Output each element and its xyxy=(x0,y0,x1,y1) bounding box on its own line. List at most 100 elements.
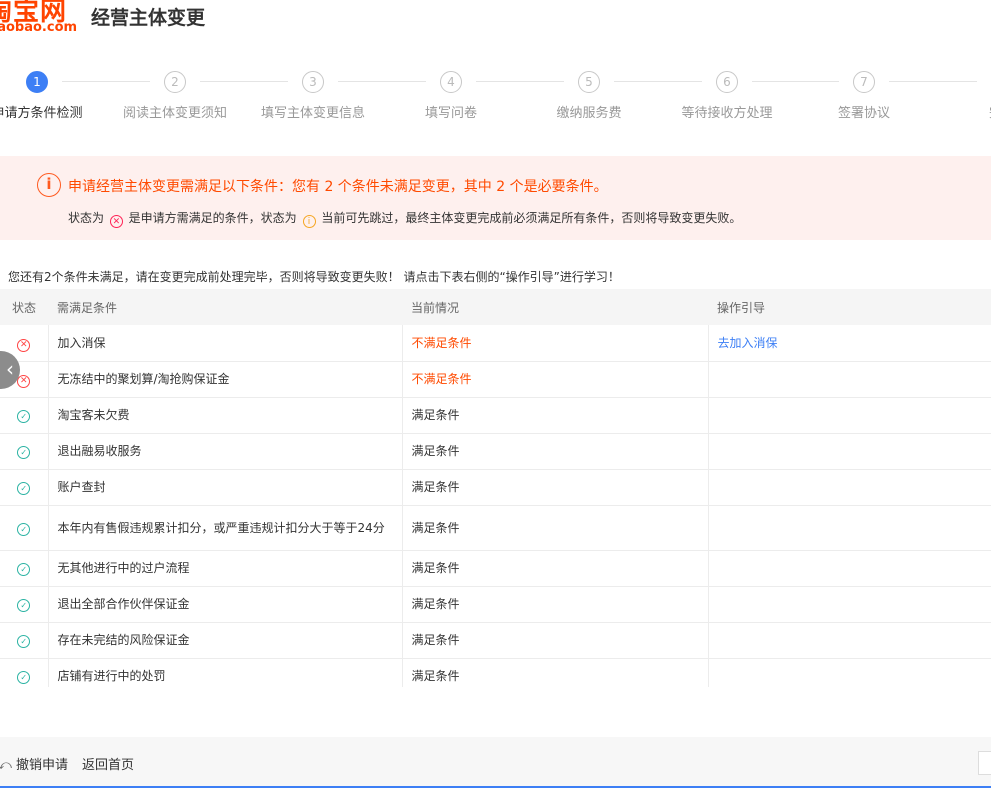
guide-cell: 去加入消保 xyxy=(707,325,991,362)
condition-cell: 店铺有进行中的处罚 xyxy=(47,658,402,687)
table-hint: ：您还有2个条件未满足，请在变更完成前处理完毕，否则将导致变更失败！ 请点击下表… xyxy=(0,270,620,284)
close-circle-icon: ✕ xyxy=(109,215,123,228)
status-cell: ✓ xyxy=(0,433,48,470)
alert-sub-mid: 是申请方需满足的条件，状态为 xyxy=(128,211,297,225)
page-title: 经营主体变更 xyxy=(91,7,206,29)
condition-cell: 无其他进行中的过户流程 xyxy=(47,550,402,587)
condition-cell: 本年内有售假违规累计扣分，或严重违规计扣分大于等于24分 xyxy=(47,505,402,551)
table-row: ✕ 加入消保 不满足条件 去加入消保 xyxy=(0,325,991,362)
header-guide: 操作引导 xyxy=(708,289,991,325)
guide-cell xyxy=(707,586,991,623)
table-row: ✓ 账户查封 满足条件 xyxy=(0,469,991,506)
step-6: 6 等待接收方处理 xyxy=(657,68,797,121)
step-7: 7 签署协议 xyxy=(794,68,934,121)
check-circle-icon: ✓ xyxy=(17,482,31,495)
step-5: 5 缴纳服务费 xyxy=(519,68,659,121)
guide-cell xyxy=(707,469,991,506)
current-status-cell: 满足条件 xyxy=(401,586,708,623)
table-row: ✓ 退出融易收服务 满足条件 xyxy=(0,433,991,470)
guide-cell xyxy=(707,505,991,551)
table-row: ✓ 淘宝客未欠费 满足条件 xyxy=(0,397,991,434)
corner-button[interactable] xyxy=(978,751,991,775)
condition-cell: 无冻结中的聚划算/淘抢购保证金 xyxy=(47,361,402,398)
step-number: 4 xyxy=(440,71,462,93)
header-status: 状态 xyxy=(0,289,48,325)
check-circle-icon: ✓ xyxy=(17,599,31,612)
condition-cell: 淘宝客未欠费 xyxy=(47,397,402,434)
guide-cell xyxy=(707,622,991,659)
guide-cell xyxy=(707,658,991,687)
cancel-application-button[interactable]: ⤺ 撤销申请 xyxy=(0,754,68,773)
step-label: 申请方条件检测 xyxy=(0,106,83,121)
step-number: 1 xyxy=(26,71,48,93)
current-status-cell: 满足条件 xyxy=(401,505,708,551)
step-number: 3 xyxy=(302,71,324,93)
table-row: ✕ 无冻结中的聚划算/淘抢购保证金 不满足条件 xyxy=(0,361,991,398)
page-footer: ⤺ 撤销申请 返回首页 xyxy=(0,737,991,787)
step-label: 填写问卷 xyxy=(424,106,477,121)
status-cell: ✓ xyxy=(0,469,48,506)
header-condition: 需满足条件 xyxy=(48,289,402,325)
current-status-cell: 满足条件 xyxy=(401,469,708,506)
table-header-row: 状态 需满足条件 当前情况 操作引导 xyxy=(0,289,991,325)
check-circle-icon: ✓ xyxy=(17,522,31,536)
table-row: ✓ 店铺有进行中的处罚 满足条件 xyxy=(0,658,991,687)
undo-icon: ⤺ xyxy=(0,758,12,773)
check-circle-icon: ✓ xyxy=(17,446,31,459)
status-cell: ✓ xyxy=(0,622,48,659)
condition-cell: 退出融易收服务 xyxy=(47,433,402,470)
conditions-table: 状态 需满足条件 当前情况 操作引导 ✕ 加入消保 不满足条件 去加入消保 ✕ 无冻结中的… xyxy=(0,289,991,687)
current-status-cell: 满足条件 xyxy=(401,433,708,470)
table-row: ✓ 退出全部合作伙伴保证金 满足条件 xyxy=(0,586,991,623)
guide-cell xyxy=(707,361,991,398)
header-current: 当前情况 xyxy=(402,289,708,325)
step-number: 2 xyxy=(164,71,186,93)
alert-message: 申请经营主体变更需满足以下条件：您有 2 个条件未满足变更，其中 2 个是必要条… xyxy=(68,179,608,195)
step-label: 完成 xyxy=(932,102,991,121)
condition-alert: i 申请经营主体变更需满足以下条件：您有 2 个条件未满足变更，其中 2 个是必… xyxy=(0,156,991,240)
condition-cell: 退出全部合作伙伴保证金 xyxy=(47,586,402,623)
info-circle-icon: i xyxy=(37,173,61,197)
current-status-cell: 满足条件 xyxy=(401,658,708,687)
close-circle-icon: ✕ xyxy=(17,375,31,388)
alert-sub-suffix: 当前可先跳过，最终主体变更完成前必须满足所有条件，否则将导致变更失败。 xyxy=(321,211,742,225)
condition-cell: 账户查封 xyxy=(47,469,402,506)
step-label: 缴纳服务费 xyxy=(556,106,622,121)
close-circle-icon: ✕ xyxy=(17,338,31,352)
footer-accent-bar xyxy=(0,786,991,788)
table-row: ✓ 存在未完结的风险保证金 满足条件 xyxy=(0,622,991,659)
status-cell: ✓ xyxy=(0,505,48,551)
status-cell: ✓ xyxy=(0,550,48,587)
progress-steps: 1 申请方条件检测 2 阅读主体变更须知 3 填写主体变更信息 4 填写问卷 5 缴纳服务费 6 等待… xyxy=(0,68,991,124)
step-4: 4 填写问卷 xyxy=(381,68,521,121)
step-1: 1 申请方条件检测 xyxy=(0,68,107,121)
step-number: 6 xyxy=(716,71,738,93)
table-row: ✓ 无其他进行中的过户流程 满足条件 xyxy=(0,550,991,587)
back-home-button[interactable]: 返回首页 xyxy=(82,754,134,773)
check-circle-icon: ✓ xyxy=(17,635,31,648)
step-2: 2 阅读主体变更须知 xyxy=(105,68,245,121)
guide-link[interactable]: 去加入消保 xyxy=(718,336,778,350)
cancel-application-label: 撤销申请 xyxy=(16,758,69,773)
current-status-cell: 不满足条件 xyxy=(401,361,708,398)
current-status-cell: 不满足条件 xyxy=(401,325,708,362)
step-label: 等待接收方处理 xyxy=(681,106,773,121)
conditions-table-container[interactable]: 状态 需满足条件 当前情况 操作引导 ✕ 加入消保 不满足条件 去加入消保 ✕ 无冻结中的… xyxy=(0,289,991,687)
page-header: 淘宝网 taobao.com 经营主体变更 xyxy=(0,0,991,48)
status-cell: ✓ xyxy=(0,397,48,434)
condition-cell: 存在未完结的风险保证金 xyxy=(47,622,402,659)
status-cell: ✓ xyxy=(0,658,48,687)
guide-cell xyxy=(707,397,991,434)
taobao-logo-domain: taobao.com xyxy=(0,20,78,35)
step-label: 签署协议 xyxy=(837,106,890,121)
current-status-cell: 满足条件 xyxy=(401,622,708,659)
current-status-cell: 满足条件 xyxy=(401,550,708,587)
status-cell: ✓ xyxy=(0,586,48,623)
step-3: 3 填写主体变更信息 xyxy=(243,68,383,121)
check-circle-icon: ✓ xyxy=(17,563,31,576)
step-number: 7 xyxy=(853,71,875,93)
step-label: 阅读主体变更须知 xyxy=(122,106,227,121)
step-label: 填写主体变更信息 xyxy=(260,106,365,121)
guide-cell xyxy=(707,550,991,587)
step-8: 8完成 xyxy=(932,68,991,121)
